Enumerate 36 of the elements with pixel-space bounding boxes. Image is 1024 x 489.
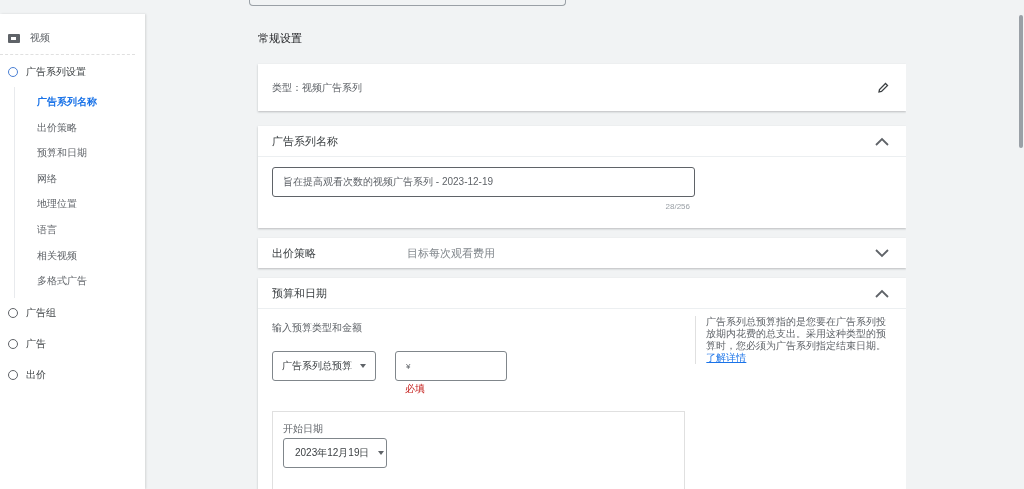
edit-icon[interactable] bbox=[878, 82, 889, 93]
sidebar-item[interactable]: 多格式广告 bbox=[15, 268, 145, 294]
sidebar-item[interactable]: 地理位置 bbox=[15, 191, 145, 217]
chevron-up-icon[interactable] bbox=[875, 136, 889, 146]
scrollbar-thumb[interactable] bbox=[1019, 15, 1023, 148]
budget-prompt: 输入预算类型和金额 bbox=[272, 321, 363, 335]
section-title: 预算和日期 bbox=[272, 285, 328, 301]
chevron-up-icon[interactable] bbox=[875, 288, 889, 298]
budget-type-dropdown[interactable]: 广告系列总预算 bbox=[272, 351, 376, 381]
video-icon bbox=[8, 33, 20, 43]
error-message: 必填 bbox=[405, 382, 426, 396]
step-label[interactable]: 出价 bbox=[26, 368, 46, 383]
campaign-name-field[interactable]: 旨在提高观看次数的视频广告系列 - 2023-12-19 bbox=[272, 167, 695, 197]
sidebar-heading: 视频 bbox=[30, 31, 50, 45]
sidebar-item[interactable]: 相关视频 bbox=[15, 242, 145, 269]
start-date-label: 开始日期 bbox=[283, 422, 324, 436]
step-label[interactable]: 广告 bbox=[26, 337, 46, 352]
start-date-dropdown[interactable]: 2023年12月19日 bbox=[283, 438, 387, 468]
sidebar-item[interactable]: 语言 bbox=[15, 216, 145, 243]
chevron-down-icon[interactable] bbox=[875, 248, 889, 258]
section-summary: 目标每次观看费用 bbox=[407, 245, 496, 261]
step-label[interactable]: 广告组 bbox=[26, 306, 56, 321]
campaign-type-text: 类型：视频广告系列 bbox=[272, 80, 362, 95]
sidebar-item[interactable]: 网络 bbox=[15, 165, 145, 192]
search-field[interactable] bbox=[249, 0, 566, 6]
help-text: 广告系列总预算指的是您要在广告系列投放期内花费的总支出。采用这种类型的预算时，您必须为广告系列指定结束日期。 了解详情 bbox=[695, 316, 892, 364]
section-title: 出价策略 bbox=[272, 245, 317, 261]
learn-more-link[interactable]: 了解详情 bbox=[706, 352, 747, 363]
step-label[interactable]: 广告系列设置 bbox=[26, 64, 86, 79]
sidebar-item[interactable]: 出价策略 bbox=[15, 114, 145, 141]
amount-field[interactable]: ¥ bbox=[395, 351, 507, 381]
page-heading: 常规设置 bbox=[258, 31, 303, 46]
sidebar-item[interactable]: 预算和日期 bbox=[15, 140, 145, 166]
character-counter: 28/256 bbox=[664, 202, 691, 211]
section-title: 广告系列名称 bbox=[272, 133, 339, 149]
sidebar-item[interactable]: 广告系列名称 bbox=[15, 89, 145, 115]
